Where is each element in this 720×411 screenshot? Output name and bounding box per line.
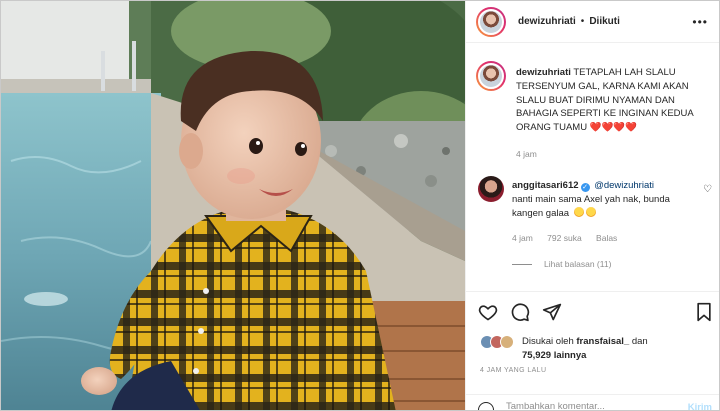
- smiling-face-emoji-icon-2: [585, 206, 596, 217]
- comment-header: anggitasari612 ✓ @dewizuhriati: [512, 180, 654, 192]
- toddler-by-pool-image: [1, 1, 465, 410]
- likes-count[interactable]: 75,929 lainnya: [522, 350, 586, 361]
- follow-status-button[interactable]: Diikuti: [589, 16, 620, 27]
- comment-input[interactable]: [506, 401, 666, 410]
- caption-timestamp: 4 jam: [516, 149, 537, 159]
- smiling-face-emoji-icon: [573, 206, 584, 217]
- verified-badge-icon: ✓: [580, 183, 590, 192]
- comment-reply-button[interactable]: Balas: [596, 233, 617, 243]
- separator-dot: •: [580, 16, 585, 27]
- comment-like-icon[interactable]: ♡: [703, 184, 712, 195]
- author-username[interactable]: dewizuhriati: [518, 16, 576, 27]
- caption-hearts: ❤️❤️❤️❤️: [589, 122, 638, 134]
- comment-body: nanti main sama Axel yah nak, bunda kang…: [512, 193, 702, 220]
- view-replies-label: Lihat balasan (11): [544, 259, 612, 269]
- post-photo: [1, 1, 465, 410]
- commenter-avatar[interactable]: [478, 176, 504, 202]
- heart-icon[interactable]: [478, 302, 498, 322]
- caption-body: dewizuhriati TETAPLAH LAH SLALU TERSENYU…: [516, 66, 716, 135]
- likes-conjunction: dan: [631, 336, 648, 347]
- post-comment-button[interactable]: Kirim: [688, 402, 712, 410]
- liker-avatars[interactable]: [480, 335, 518, 349]
- add-comment-bar: Kirim: [466, 394, 719, 410]
- likes-prefix: Disukai oleh: [522, 336, 574, 347]
- share-icon[interactable]: [542, 302, 562, 322]
- post-timestamp: 4 JAM YANG LALU: [480, 367, 547, 374]
- likes-summary: Disukai oleh fransfaisal_ dan 75,929 lai…: [480, 333, 716, 363]
- instagram-post-window: dewizuhriati • Diikuti ••• dewizuhriati …: [0, 0, 720, 411]
- post-header: dewizuhriati • Diikuti •••: [466, 1, 719, 43]
- caption-username[interactable]: dewizuhriati: [516, 67, 571, 78]
- commenter-username[interactable]: anggitasari612: [512, 180, 579, 191]
- comment-icon[interactable]: [510, 302, 530, 322]
- comment-mention[interactable]: @dewizuhriati: [594, 180, 654, 191]
- author-avatar[interactable]: [476, 6, 506, 37]
- comment-like-count[interactable]: 792 suka: [547, 233, 582, 243]
- more-options-icon[interactable]: •••: [692, 15, 708, 29]
- post-actions-bar: [466, 291, 719, 331]
- likes-text: Disukai oleh fransfaisal_ dan 75,929 lai…: [522, 335, 648, 362]
- smile-icon[interactable]: [478, 402, 494, 410]
- caption-author-avatar[interactable]: [476, 61, 506, 91]
- comment-meta: 4 jam 792 suka Balas: [512, 233, 629, 243]
- post-detail-panel: dewizuhriati • Diikuti ••• dewizuhriati …: [465, 1, 719, 410]
- replies-divider: [512, 263, 532, 265]
- view-replies-button[interactable]: Lihat balasan (11): [512, 259, 611, 269]
- liker-username[interactable]: fransfaisal_: [576, 336, 629, 347]
- comment-timestamp: 4 jam: [512, 233, 533, 243]
- bookmark-icon[interactable]: [694, 302, 714, 322]
